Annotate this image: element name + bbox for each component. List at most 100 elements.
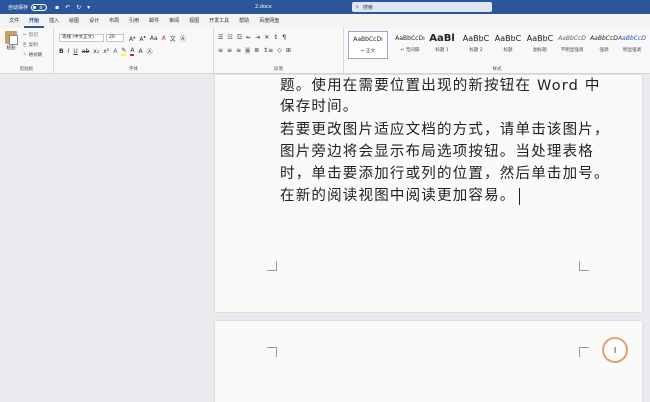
customize-quick-access-icon[interactable]: ▾: [87, 4, 90, 11]
text-line[interactable]: 时，单击要添加行或列的位置，然后单击加号。: [280, 163, 610, 186]
shrink-font-icon[interactable]: A▼: [139, 35, 145, 43]
show-marks-icon[interactable]: ¶: [282, 34, 286, 41]
ribbon: 粘贴 ✂ 剪切 ⎘ 复制 ✎ 格式刷 剪贴板 等线 (中文正文) 20 A▲ A…: [0, 28, 650, 74]
justify-icon[interactable]: ≡: [245, 47, 251, 54]
tab-baidu-netdisk[interactable]: 百度网盘: [254, 14, 284, 28]
distributed-icon[interactable]: ≣: [254, 47, 259, 54]
last-text-line[interactable]: 在新的阅读视图中阅读更加容易。: [280, 185, 520, 208]
margin-corner-bottom-right: [579, 261, 589, 271]
margin-corner-top-left: [267, 347, 277, 357]
search-icon: ⌕: [356, 4, 359, 10]
strikethrough-icon[interactable]: ab: [82, 48, 90, 55]
paragraph-group: ☰ ☷ ☲ ⇤ ⇥ ✕ ↕ ¶ ≡ ≡ ≡ ≡ ≣ ↕≡ ◇ ⊞ 段落: [214, 28, 344, 74]
phonetic-guide-icon[interactable]: 文: [170, 34, 176, 43]
align-center-icon[interactable]: ≡: [227, 47, 232, 54]
line-spacing-icon[interactable]: ↕≡: [263, 47, 273, 54]
tab-references[interactable]: 引用: [124, 14, 144, 28]
subscript-icon[interactable]: x₂: [93, 48, 99, 55]
increase-indent-icon[interactable]: ⇥: [255, 34, 260, 41]
text-line[interactable]: 若要更改图片适应文档的方式，请单击该图片，: [280, 119, 610, 142]
i-beam-cursor-icon: I: [602, 337, 628, 363]
text-line[interactable]: 在新的阅读视图中阅读更加容易。: [280, 188, 516, 204]
styles-group: AaBbCcDı ↵ 正文 AaBbCcDı ↵ 无间隔 AaBl 标题 1 A…: [344, 28, 650, 74]
tab-help[interactable]: 帮助: [234, 14, 254, 28]
tab-file[interactable]: 文件: [4, 14, 24, 28]
sort-icon[interactable]: ↕: [273, 34, 278, 41]
text-line[interactable]: 题。使用在需要位置出现的新按钮在 Word 中: [280, 75, 601, 98]
paragraph-group-label: 段落: [274, 67, 283, 72]
style-intense-emphasis[interactable]: AaBbCcD 明显强调: [616, 31, 648, 59]
bold-icon[interactable]: B: [59, 48, 64, 55]
style-preview: AaBbCcDı: [353, 36, 383, 43]
text-effects-icon[interactable]: A: [113, 48, 117, 55]
multilevel-list-icon[interactable]: ☲: [237, 34, 242, 41]
tab-mailings[interactable]: 邮件: [144, 14, 164, 28]
change-case-icon[interactable]: Aa: [150, 35, 158, 42]
redo-icon[interactable]: ↻: [76, 4, 81, 11]
borders-icon[interactable]: ⊞: [286, 47, 291, 54]
text-caret: [518, 187, 520, 205]
shading-icon[interactable]: ◇: [277, 47, 282, 54]
style-normal[interactable]: AaBbCcDı ↵ 正文: [348, 31, 388, 59]
font-group-label: 字体: [129, 67, 138, 72]
tab-insert[interactable]: 插入: [44, 14, 64, 28]
document-canvas[interactable]: 题。使用在需要位置出现的新按钮在 Word 中 保存时间。 若要更改图片适应文档…: [0, 75, 650, 402]
style-name: ↵ 正文: [360, 49, 376, 54]
enclose-characters-icon[interactable]: Ⓐ: [180, 34, 186, 43]
title-bar: 自动保存 关 ▪ ↶ ↻ ▾ 2.docx ⌕ 搜索: [0, 0, 650, 14]
cut-label: 剪切: [28, 33, 38, 38]
highlight-icon[interactable]: ✎: [121, 47, 127, 56]
grow-font-icon[interactable]: A▲: [129, 35, 135, 43]
character-shading-icon[interactable]: A: [138, 48, 142, 55]
bullets-icon[interactable]: ☰: [218, 34, 223, 41]
superscript-icon[interactable]: x²: [103, 48, 109, 55]
clear-formatting-icon[interactable]: A̸: [162, 35, 166, 42]
search-box[interactable]: ⌕ 搜索: [352, 2, 492, 12]
clipboard-group-label: 剪贴板: [19, 67, 34, 72]
text-line[interactable]: 保存时间。: [280, 96, 359, 119]
character-border-icon[interactable]: Ⓐ: [147, 47, 153, 56]
chinese-layout-icon[interactable]: ✕: [264, 34, 269, 41]
autosave-control[interactable]: 自动保存 关: [8, 3, 48, 11]
cut-button[interactable]: ✂ 剪切: [23, 32, 38, 39]
clipboard-group: 粘贴 ✂ 剪切 ⎘ 复制 ✎ 格式刷 剪贴板: [0, 28, 54, 74]
tab-view[interactable]: 视图: [184, 14, 204, 28]
margin-corner-top-right: [579, 347, 589, 357]
tab-developer[interactable]: 开发工具: [204, 14, 234, 28]
format-painter-button[interactable]: ✎ 格式刷: [23, 52, 42, 59]
style-name: 明显强调: [623, 48, 641, 53]
autosave-toggle[interactable]: 关: [31, 3, 48, 11]
brush-icon: ✎: [23, 52, 27, 58]
paste-button[interactable]: 粘贴: [5, 31, 18, 51]
search-placeholder: 搜索: [362, 4, 373, 11]
autosave-label: 自动保存: [8, 4, 29, 11]
styles-group-label: 样式: [492, 67, 502, 72]
tab-design[interactable]: 设计: [84, 14, 104, 28]
align-left-icon[interactable]: ≡: [218, 47, 223, 54]
numbering-icon[interactable]: ☷: [227, 34, 232, 41]
document-page-1[interactable]: 题。使用在需要位置出现的新按钮在 Word 中 保存时间。 若要更改图片适应文档…: [215, 75, 642, 312]
ribbon-tabs: 文件 开始 插入 绘图 设计 布局 引用 邮件 审阅 视图 开发工具 帮助 百度…: [0, 14, 650, 28]
font-size-select[interactable]: 20: [106, 34, 124, 42]
style-preview: AaBbCcD: [618, 35, 646, 42]
save-icon[interactable]: ▪: [55, 4, 59, 11]
font-group: 等线 (中文正文) 20 A▲ A▼ Aa A̸ 文 Ⓐ B I U ab x₂…: [54, 28, 214, 74]
document-page-2[interactable]: [215, 321, 642, 402]
copy-button[interactable]: ⎘ 复制: [23, 42, 38, 48]
tab-home[interactable]: 开始: [24, 14, 45, 28]
undo-icon[interactable]: ↶: [65, 4, 70, 11]
align-right-icon[interactable]: ≡: [236, 47, 241, 54]
decrease-indent-icon[interactable]: ⇤: [246, 34, 251, 41]
font-color-icon[interactable]: A: [130, 47, 135, 56]
text-line[interactable]: 图片旁边将会显示布局选项按钮。当处理表格: [280, 141, 594, 164]
tab-review[interactable]: 审阅: [164, 14, 184, 28]
italic-icon[interactable]: I: [68, 48, 70, 55]
underline-icon[interactable]: U: [73, 48, 77, 55]
paste-icon: [5, 31, 18, 45]
paste-label: 粘贴: [6, 46, 16, 51]
copy-label: 复制: [28, 43, 38, 48]
tab-layout[interactable]: 布局: [104, 14, 124, 28]
copy-icon: ⎘: [23, 43, 27, 48]
font-name-select[interactable]: 等线 (中文正文): [59, 34, 104, 42]
tab-draw[interactable]: 绘图: [64, 14, 84, 28]
